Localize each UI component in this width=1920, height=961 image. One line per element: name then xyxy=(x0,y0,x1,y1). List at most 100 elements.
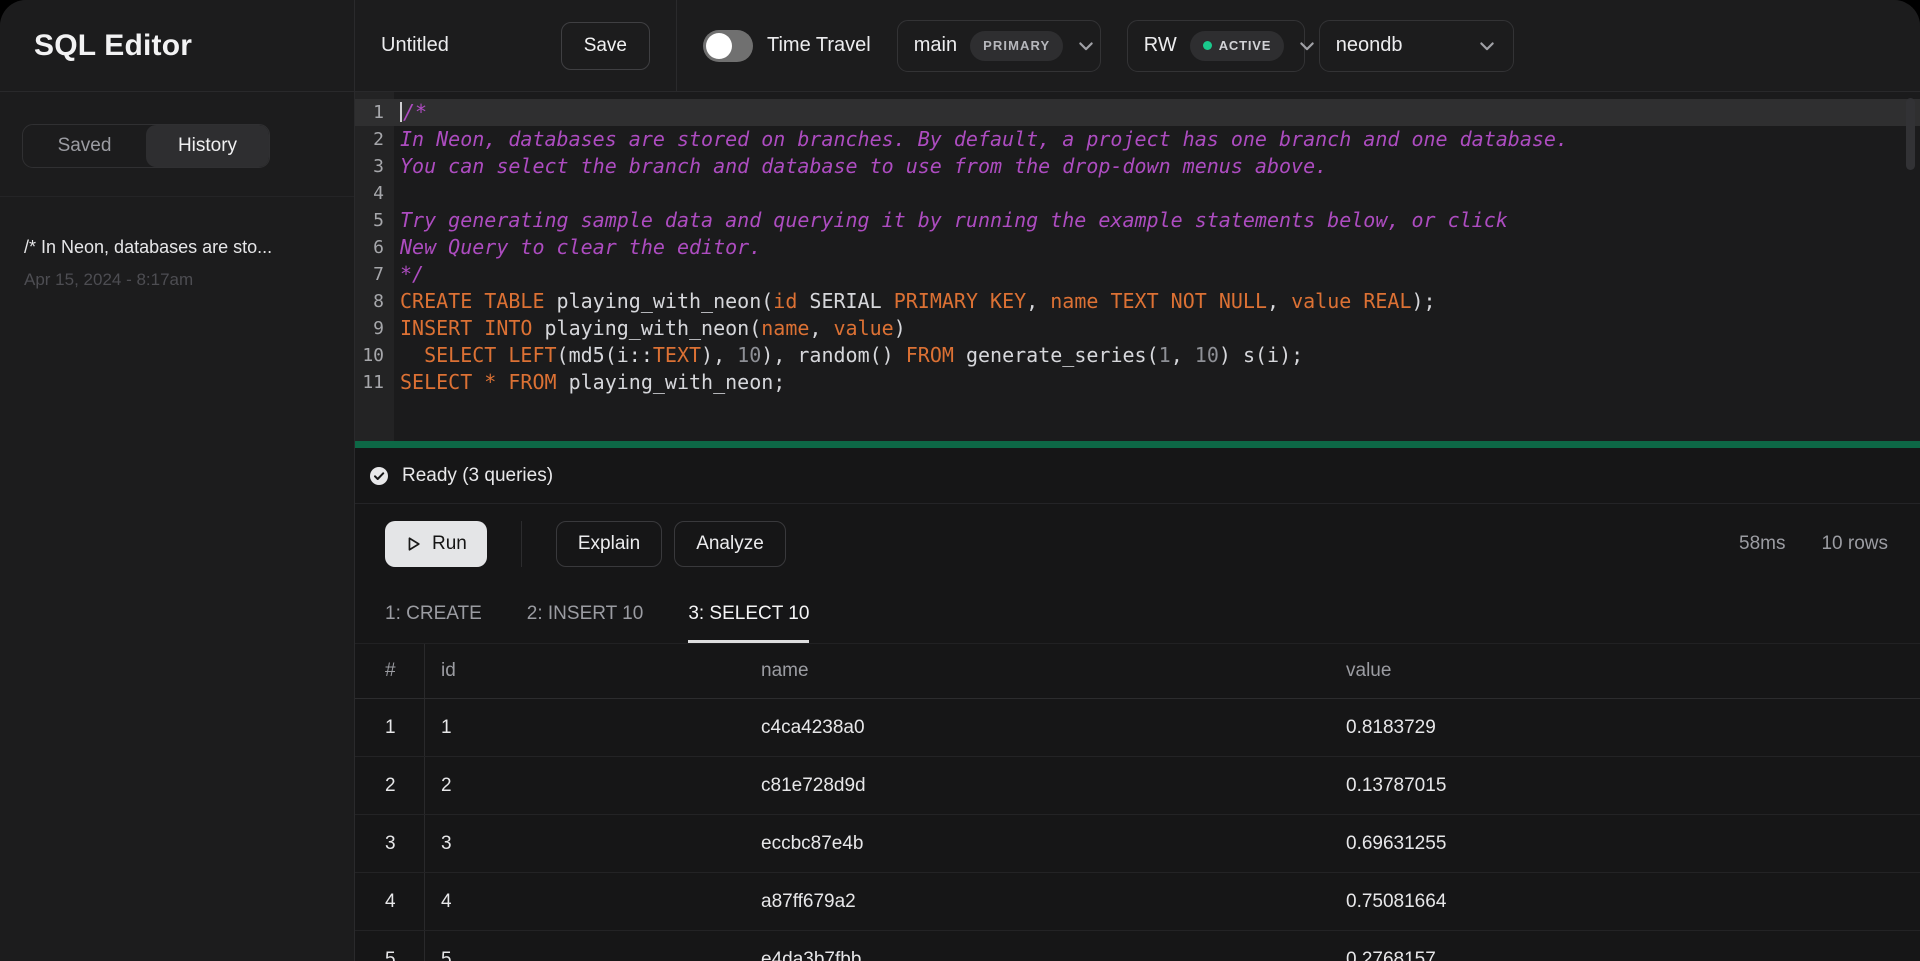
chevron-down-icon xyxy=(1076,36,1096,56)
time-travel-toggle[interactable] xyxy=(703,30,753,62)
editor-scrollbar[interactable] xyxy=(1906,98,1915,170)
result-tab-1[interactable]: 1: CREATE xyxy=(385,584,482,643)
code-text: CREATE TABLE playing_with_neon(id SERIAL… xyxy=(394,288,1436,315)
table-cell: 3 xyxy=(425,815,745,872)
saved-history-tabs: SavedHistory xyxy=(22,124,270,168)
status-dot-icon xyxy=(1203,41,1212,50)
history-item-timestamp: Apr 15, 2024 - 8:17am xyxy=(24,270,330,290)
code-line: 1/* xyxy=(355,99,1920,126)
text-cursor xyxy=(400,102,402,122)
query-header: Untitled Save xyxy=(355,0,677,91)
table-cell: c81e728d9d xyxy=(745,757,1330,814)
table-row: 22c81e728d9d0.13787015 xyxy=(355,757,1920,815)
code-editor[interactable]: 1/*2In Neon, databases are stored on bra… xyxy=(355,92,1920,441)
table-cell: 4 xyxy=(355,873,425,930)
table-row: 11c4ca4238a00.8183729 xyxy=(355,699,1920,757)
table-row: 55e4da3b7fbb0.2768157 xyxy=(355,931,1920,961)
database-name: neondb xyxy=(1336,34,1403,57)
table-cell: 2 xyxy=(355,757,425,814)
column-header: name xyxy=(745,644,1330,698)
table-cell: 0.2768157 xyxy=(1330,931,1920,961)
table-row: 33eccbc87e4b0.69631255 xyxy=(355,815,1920,873)
editor-resize-handle[interactable] xyxy=(355,441,1920,448)
table-cell: 1 xyxy=(425,699,745,756)
table-cell: 0.8183729 xyxy=(1330,699,1920,756)
chevron-down-icon xyxy=(1477,36,1497,56)
code-line: 11SELECT * FROM playing_with_neon; xyxy=(355,369,1920,396)
main-panel: Untitled Save Time Travel main PRIMARY R… xyxy=(355,0,1920,961)
query-row-count: 10 rows xyxy=(1821,533,1888,555)
column-header: value xyxy=(1330,644,1920,698)
code-line: 2In Neon, databases are stored on branch… xyxy=(355,126,1920,153)
result-tab-3[interactable]: 3: SELECT 10 xyxy=(688,584,809,643)
database-select[interactable]: neondb xyxy=(1319,20,1514,72)
result-tab-2[interactable]: 2: INSERT 10 xyxy=(527,584,644,643)
code-text: You can select the branch and database t… xyxy=(394,153,1327,180)
history-list: /* In Neon, databases are sto...Apr 15, … xyxy=(0,197,354,330)
line-number: 5 xyxy=(355,207,394,234)
code-text xyxy=(394,180,400,207)
code-text: /* xyxy=(394,99,427,126)
table-body: 11c4ca4238a00.818372922c81e728d9d0.13787… xyxy=(355,699,1920,961)
query-title: Untitled xyxy=(381,34,449,57)
line-number: 4 xyxy=(355,180,394,207)
branch-select[interactable]: main PRIMARY xyxy=(897,20,1101,72)
code-line: 3You can select the branch and database … xyxy=(355,153,1920,180)
status-bar: Ready (3 queries) xyxy=(355,448,1920,504)
line-number: 1 xyxy=(355,99,394,126)
line-number: 6 xyxy=(355,234,394,261)
table-cell: c4ca4238a0 xyxy=(745,699,1330,756)
table-cell: 5 xyxy=(355,931,425,961)
column-header: id xyxy=(425,644,745,698)
line-number: 11 xyxy=(355,369,394,396)
line-number: 2 xyxy=(355,126,394,153)
line-number: 7 xyxy=(355,261,394,288)
actions-bar: Run Explain Analyze 58ms 10 rows xyxy=(355,504,1920,584)
table-cell: 3 xyxy=(355,815,425,872)
line-number: 8 xyxy=(355,288,394,315)
code-line: 5Try generating sample data and querying… xyxy=(355,207,1920,234)
sidebar-header: SQL Editor xyxy=(0,0,354,92)
tab-history[interactable]: History xyxy=(146,125,269,167)
compute-select[interactable]: RW ACTIVE xyxy=(1127,20,1305,72)
primary-badge: PRIMARY xyxy=(970,31,1063,61)
toggle-knob xyxy=(706,33,732,59)
code-line: 8CREATE TABLE playing_with_neon(id SERIA… xyxy=(355,288,1920,315)
line-number: 10 xyxy=(355,342,394,369)
save-button[interactable]: Save xyxy=(561,22,650,70)
code-line: 9INSERT INTO playing_with_neon(name, val… xyxy=(355,315,1920,342)
time-travel-label: Time Travel xyxy=(767,34,871,57)
run-button[interactable]: Run xyxy=(385,521,487,567)
divider xyxy=(521,521,522,567)
analyze-button[interactable]: Analyze xyxy=(674,521,786,567)
table-cell: 4 xyxy=(425,873,745,930)
active-badge: ACTIVE xyxy=(1190,31,1284,61)
explain-button[interactable]: Explain xyxy=(556,521,662,567)
query-stats: 58ms 10 rows xyxy=(1739,533,1890,555)
table-cell: 1 xyxy=(355,699,425,756)
table-cell: eccbc87e4b xyxy=(745,815,1330,872)
compute-name: RW xyxy=(1144,34,1177,57)
code-text: New Query to clear the editor. xyxy=(394,234,761,261)
history-item[interactable]: /* In Neon, databases are sto...Apr 15, … xyxy=(24,237,330,290)
table-cell: e4da3b7fbb xyxy=(745,931,1330,961)
code-line: 10 SELECT LEFT(md5(i::TEXT), 10), random… xyxy=(355,342,1920,369)
table-cell: 0.13787015 xyxy=(1330,757,1920,814)
tab-saved[interactable]: Saved xyxy=(23,125,146,167)
play-icon xyxy=(405,535,422,553)
code-text: INSERT INTO playing_with_neon(name, valu… xyxy=(394,315,906,342)
line-number: 3 xyxy=(355,153,394,180)
table-header-row: #idnamevalue xyxy=(355,644,1920,699)
sql-editor-window: SQL Editor SavedHistory /* In Neon, data… xyxy=(0,0,1920,961)
chevron-down-icon xyxy=(1297,36,1317,56)
code-text: Try generating sample data and querying … xyxy=(394,207,1508,234)
results-table: #idnamevalue 11c4ca4238a00.818372922c81e… xyxy=(355,644,1920,961)
table-cell: 5 xyxy=(425,931,745,961)
table-cell: 0.69631255 xyxy=(1330,815,1920,872)
code-text: SELECT LEFT(md5(i::TEXT), 10), random() … xyxy=(394,342,1303,369)
code-line: 4 xyxy=(355,180,1920,207)
code-text: */ xyxy=(394,261,424,288)
table-cell: 0.75081664 xyxy=(1330,873,1920,930)
query-duration: 58ms xyxy=(1739,533,1785,555)
code-line: 7*/ xyxy=(355,261,1920,288)
